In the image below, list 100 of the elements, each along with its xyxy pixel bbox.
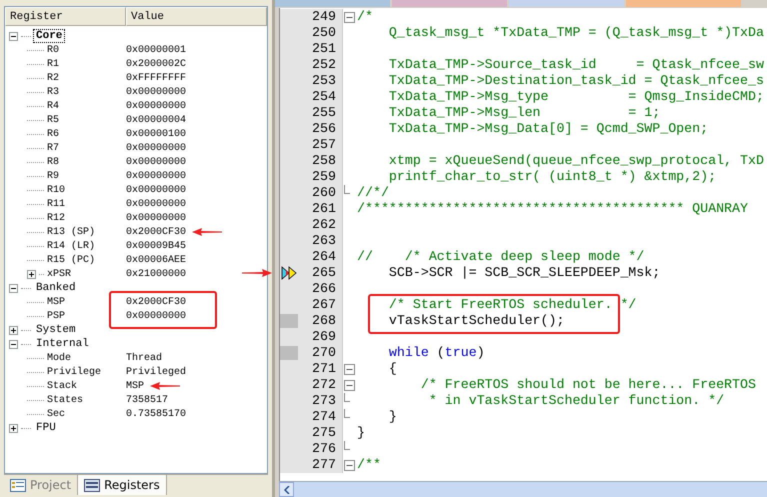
register-name: R3 xyxy=(47,86,60,98)
code-line: printf_char_to_str( (uint8_t *) &xtmp,2); xyxy=(388,169,716,185)
code-line: vTaskStartScheduler(); xyxy=(388,313,564,329)
expand-icon[interactable] xyxy=(9,424,18,432)
register-name: R0 xyxy=(47,44,60,56)
register-name: Mode xyxy=(47,352,72,364)
line-number: 258 xyxy=(298,153,342,169)
column-header[interactable]: Register xyxy=(5,7,126,26)
group-name[interactable]: FPU xyxy=(34,422,58,434)
code-line: /* Start FreeRTOS scheduler. */ xyxy=(388,297,636,313)
register-value: 0x00000000 xyxy=(126,100,186,112)
code-line: while (true) xyxy=(388,345,485,361)
register-name: R10 xyxy=(47,184,66,196)
caret-left-icon xyxy=(284,486,290,494)
code-line: } xyxy=(356,425,365,441)
code-line: TxData_TMP->Msg_type = Qmsg_InsideCMD; xyxy=(388,89,764,105)
code-line: //*/ xyxy=(356,185,389,201)
register-name: R9 xyxy=(47,170,60,182)
register-name: Sec xyxy=(47,408,66,420)
collapse-icon[interactable] xyxy=(9,32,18,40)
collapse-icon[interactable] xyxy=(9,340,18,348)
register-name: R1 xyxy=(47,58,60,70)
line-number: 254 xyxy=(298,89,342,105)
line-number: 257 xyxy=(298,137,342,153)
register-value: Thread xyxy=(126,352,162,364)
collapse-icon[interactable] xyxy=(344,12,354,22)
file-tab[interactable] xyxy=(275,0,390,7)
register-value: 0xFFFFFFFF xyxy=(126,72,186,84)
collapse-icon[interactable] xyxy=(344,380,354,390)
register-name: R8 xyxy=(47,156,60,168)
register-value: 0x2000CF30 xyxy=(126,226,186,238)
horizontal-scrollbar[interactable] xyxy=(279,481,767,497)
line-number: 256 xyxy=(298,121,342,137)
code-line: /* FreeRTOS should not be here... FreeRTOS xyxy=(420,377,756,393)
file-tab[interactable] xyxy=(509,0,624,7)
register-name: R6 xyxy=(47,128,60,140)
code-line: /** xyxy=(356,457,381,473)
register-name: R5 xyxy=(47,114,60,126)
register-value: 0x00000000 xyxy=(126,198,186,210)
group-name[interactable]: Banked xyxy=(34,282,78,294)
scroll-left-button[interactable] xyxy=(279,482,294,497)
register-name: R2 xyxy=(47,72,60,84)
code-line: TxData_TMP->Msg_Data[0] = Qcmd_SWP_Open; xyxy=(388,121,708,137)
register-name: MSP xyxy=(47,296,66,308)
line-number: 272 xyxy=(298,377,342,393)
register-name: R11 xyxy=(47,198,66,210)
register-value: 0x00000000 xyxy=(126,184,186,196)
line-number: 260 xyxy=(298,185,342,201)
register-value: 7358517 xyxy=(126,394,168,406)
panel-tab[interactable]: Registers xyxy=(78,475,167,495)
register-value: 0x00000100 xyxy=(126,128,186,140)
register-value: 0x00000000 xyxy=(126,310,186,322)
code-line: { xyxy=(388,361,397,377)
register-name: R13 (SP) xyxy=(47,226,96,238)
register-value: MSP xyxy=(126,380,144,392)
group-name[interactable]: Core xyxy=(34,30,64,42)
register-name: Stack xyxy=(47,380,78,392)
line-number: 275 xyxy=(298,425,342,441)
register-name: xPSR xyxy=(47,268,72,280)
register-name: R14 (LR) xyxy=(47,240,96,252)
line-number: 271 xyxy=(298,361,342,377)
register-value: 0x00006AEE xyxy=(126,254,186,266)
code-line: TxData_TMP->Msg_len = 1; xyxy=(388,105,660,121)
code-line: Q_task_msg_t *TxData_TMP = (Q_task_msg_t *)TxDa xyxy=(388,25,764,41)
code-line: /* xyxy=(356,9,373,25)
line-number: 263 xyxy=(298,233,342,249)
register-name: R4 xyxy=(47,100,60,112)
register-value: 0x21000000 xyxy=(126,268,186,280)
expand-icon[interactable] xyxy=(9,326,18,334)
code-line: // /* Activate deep sleep mode */ xyxy=(356,249,644,265)
register-value: 0x00000004 xyxy=(126,114,186,126)
project-icon xyxy=(10,478,26,492)
collapse-icon[interactable] xyxy=(344,460,354,470)
line-number: 267 xyxy=(298,297,342,313)
register-value: 0x00000001 xyxy=(126,44,186,56)
register-name: Privilege xyxy=(47,366,102,378)
line-number: 277 xyxy=(298,457,342,473)
file-tab[interactable] xyxy=(392,0,507,7)
register-name: R15 (PC) xyxy=(47,254,96,266)
code-line: TxData_TMP->Source_task_id = Qtask_nfcee_sw xyxy=(388,57,764,73)
collapse-icon[interactable] xyxy=(344,364,354,374)
column-header[interactable]: Value xyxy=(126,7,267,26)
register-value: 0.73585170 xyxy=(126,408,186,420)
register-name: PSP xyxy=(47,310,66,322)
line-number: 249 xyxy=(298,9,342,25)
group-name[interactable]: System xyxy=(34,324,78,336)
register-value: 0x00000000 xyxy=(126,142,186,154)
line-number: 266 xyxy=(298,281,342,297)
line-number: 274 xyxy=(298,409,342,425)
line-number: 253 xyxy=(298,73,342,89)
expand-icon[interactable] xyxy=(27,270,36,278)
register-name: R7 xyxy=(47,142,60,154)
line-number: 264 xyxy=(298,249,342,265)
register-value: 0x00000000 xyxy=(126,156,186,168)
file-tab[interactable] xyxy=(626,0,741,7)
register-value: 0x2000002C xyxy=(126,58,186,70)
line-number: 261 xyxy=(298,201,342,217)
group-name[interactable]: Internal xyxy=(34,338,91,350)
collapse-icon[interactable] xyxy=(9,284,18,292)
registers-icon xyxy=(84,478,100,492)
